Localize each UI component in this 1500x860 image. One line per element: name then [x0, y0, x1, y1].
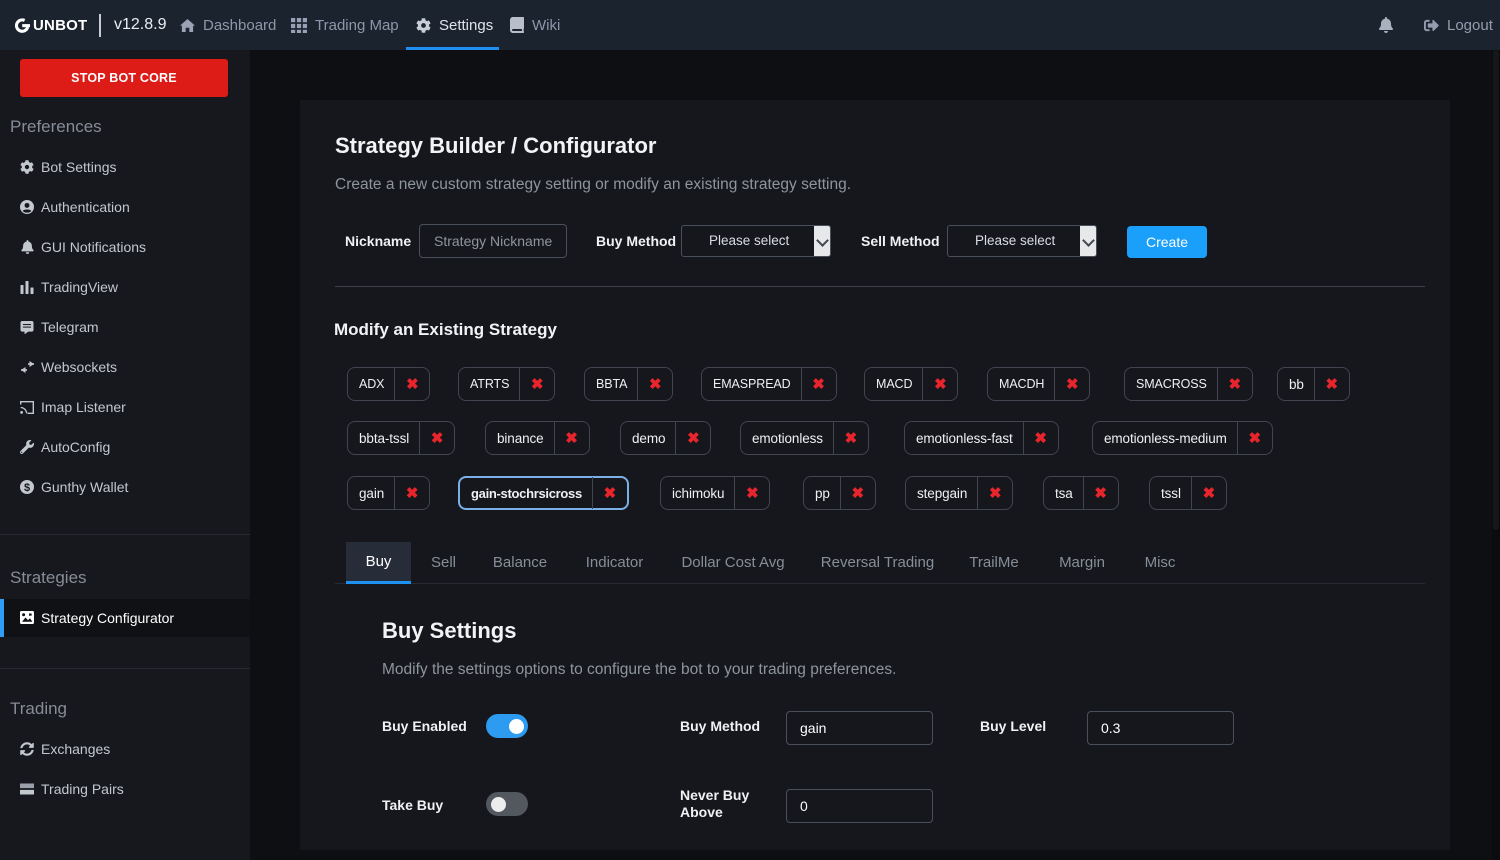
svg-text:$: $ — [24, 482, 30, 494]
